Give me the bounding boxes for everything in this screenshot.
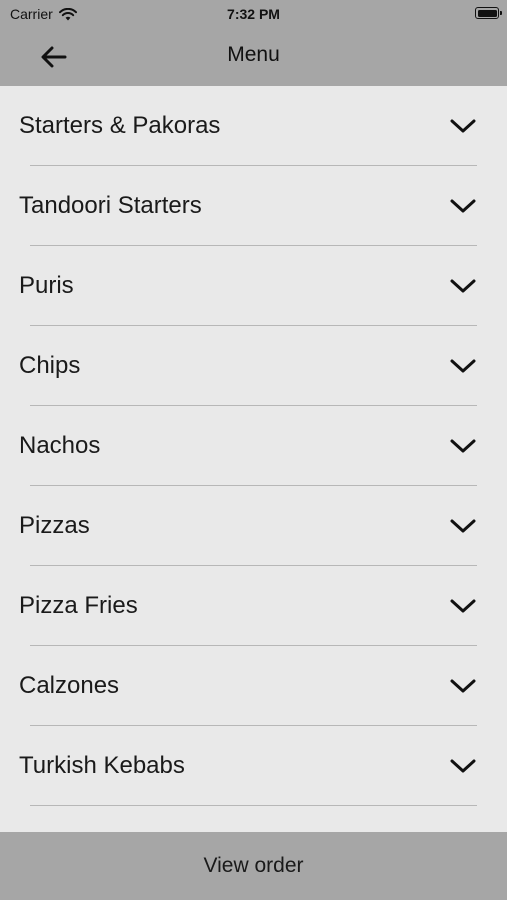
chevron-down-icon [450,519,476,533]
chevron-down-icon [450,279,476,293]
category-label: Nachos [19,432,101,459]
category-row[interactable]: Nachos [0,406,507,486]
navigation-bar: Menu [0,28,507,86]
category-label: Chips [19,352,81,379]
chevron-down-icon [450,359,476,373]
chevron-down-icon [450,679,476,693]
status-bar: Carrier 7:32 PM [0,0,507,28]
battery-icon [475,7,502,19]
category-label: Turkish Kebabs [19,752,185,779]
category-label: Tandoori Starters [19,192,202,219]
category-label: Calzones [19,672,120,699]
chevron-down-icon [450,119,476,133]
category-row[interactable]: Pizza Fries [0,566,507,646]
status-time: 7:32 PM [227,6,280,22]
menu-category-list: Starters & Pakoras Tandoori Starters Pur… [0,86,507,832]
category-row[interactable]: Starters & Pakoras [0,86,507,166]
category-row[interactable]: Pizzas [0,486,507,566]
view-order-label: View order [203,854,304,877]
chevron-down-icon [450,759,476,773]
page-title: Menu [227,43,280,66]
top-bar: Carrier 7:32 PM Menu [0,0,507,86]
category-label: Pizzas [19,512,90,539]
category-row[interactable]: Calzones [0,646,507,726]
chevron-down-icon [450,439,476,453]
chevron-down-icon [450,199,476,213]
category-row[interactable]: Tandoori Starters [0,166,507,246]
category-label: Pizza Fries [19,592,138,619]
category-row[interactable]: Chips [0,326,507,406]
category-row[interactable]: Puris [0,246,507,326]
category-row[interactable]: Turkish Kebabs [0,726,507,806]
category-label: Puris [19,272,74,299]
row-divider [30,805,477,806]
chevron-down-icon [450,599,476,613]
view-order-button[interactable]: View order [0,832,507,900]
category-label: Starters & Pakoras [19,112,221,139]
